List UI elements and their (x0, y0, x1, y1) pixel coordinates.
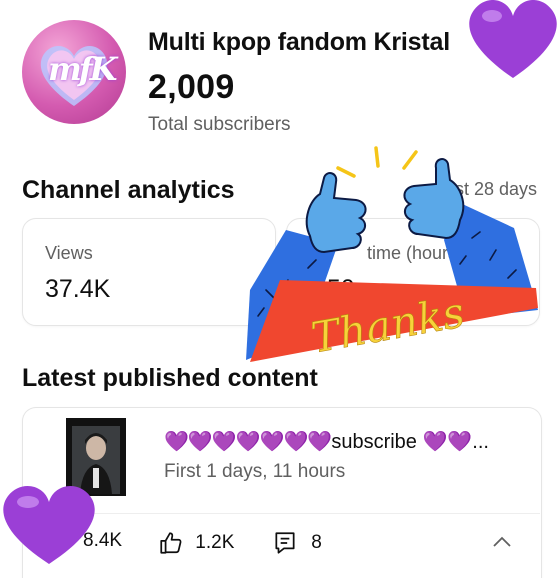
channel-avatar[interactable]: mfK (22, 20, 126, 124)
thumbnail-image (66, 418, 126, 496)
watch-time-label: time (hours) (367, 243, 464, 263)
watch-time-card[interactable]: time (hours) 150 (286, 218, 540, 326)
video-title-hearts: 💜💜💜💜💜💜💜 (164, 431, 332, 453)
watch-time-value: 150 (313, 275, 355, 303)
thumb-up-icon (160, 532, 182, 554)
purple-heart-sticker-top (466, 0, 560, 85)
comments-stat: 8 (272, 530, 322, 556)
comments-count: 8 (311, 532, 322, 554)
comment-icon (275, 532, 295, 554)
video-age: First 1 days, 11 hours (164, 461, 346, 482)
analytics-title: Channel analytics (22, 176, 235, 204)
expand-chevron-icon[interactable] (490, 532, 514, 557)
views-value: 37.4K (45, 275, 111, 303)
views-card[interactable]: Views 37.4K (22, 218, 276, 326)
avatar-monogram: mfK (48, 50, 117, 88)
subscriber-label: Total subscribers (148, 114, 291, 135)
views-stat: 8.4K (83, 530, 123, 551)
channel-name: Multi kpop fandom Kristal (148, 28, 450, 56)
latest-content-title: Latest published content (22, 364, 318, 392)
video-card-divider (22, 513, 540, 514)
video-title-text: subscribe 💜💜... (331, 431, 489, 453)
video-title[interactable]: 💜💜💜💜💜💜💜subscribe 💜💜... (164, 429, 489, 454)
analytics-period[interactable]: st 28 days (455, 179, 537, 200)
subscriber-count: 2,009 (148, 68, 235, 106)
views-label: Views (45, 243, 93, 263)
likes-count: 1.2K (195, 532, 235, 554)
spark-lines (336, 146, 418, 178)
video-thumbnail[interactable] (66, 418, 126, 496)
likes-stat: 1.2K (158, 530, 234, 556)
